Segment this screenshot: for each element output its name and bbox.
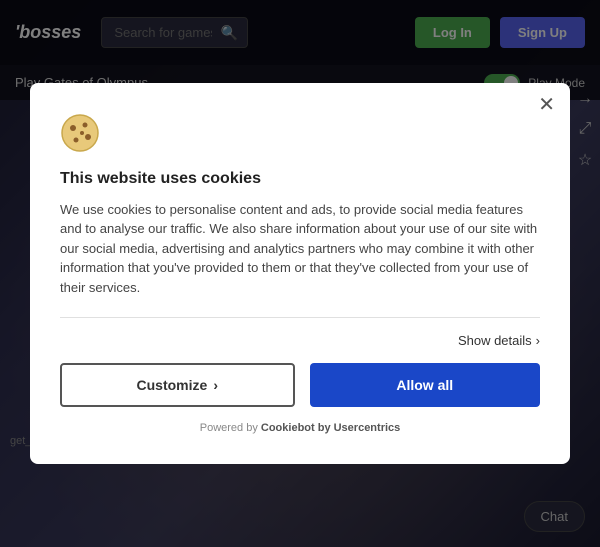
divider <box>60 317 540 318</box>
customize-button[interactable]: Customize › <box>60 363 295 407</box>
show-details-wrapper: Show details › <box>60 333 540 348</box>
cookie-body-text: We use cookies to personalise content an… <box>60 200 540 298</box>
show-details-button[interactable]: Show details › <box>458 333 540 348</box>
customize-chevron-icon: › <box>213 377 218 393</box>
show-details-label: Show details <box>458 333 532 348</box>
cookiebot-logo-icon <box>60 113 100 153</box>
powered-by: Powered by Cookiebot by Usercentrics <box>60 422 540 434</box>
cookie-title: This website uses cookies <box>60 170 540 188</box>
powered-by-text: Powered by <box>200 422 258 434</box>
modal-close-button[interactable]: ✕ <box>538 95 555 115</box>
cookie-logo <box>60 113 540 158</box>
allow-all-button[interactable]: Allow all <box>310 363 541 407</box>
cookie-modal: ✕ This website uses cookies We use cooki… <box>30 83 570 465</box>
chevron-right-icon: › <box>536 333 540 348</box>
cookie-buttons: Customize › Allow all <box>60 363 540 407</box>
cookiebot-link[interactable]: Cookiebot by Usercentrics <box>261 422 400 434</box>
modal-overlay: ✕ This website uses cookies We use cooki… <box>0 0 600 547</box>
customize-label: Customize <box>137 377 208 393</box>
